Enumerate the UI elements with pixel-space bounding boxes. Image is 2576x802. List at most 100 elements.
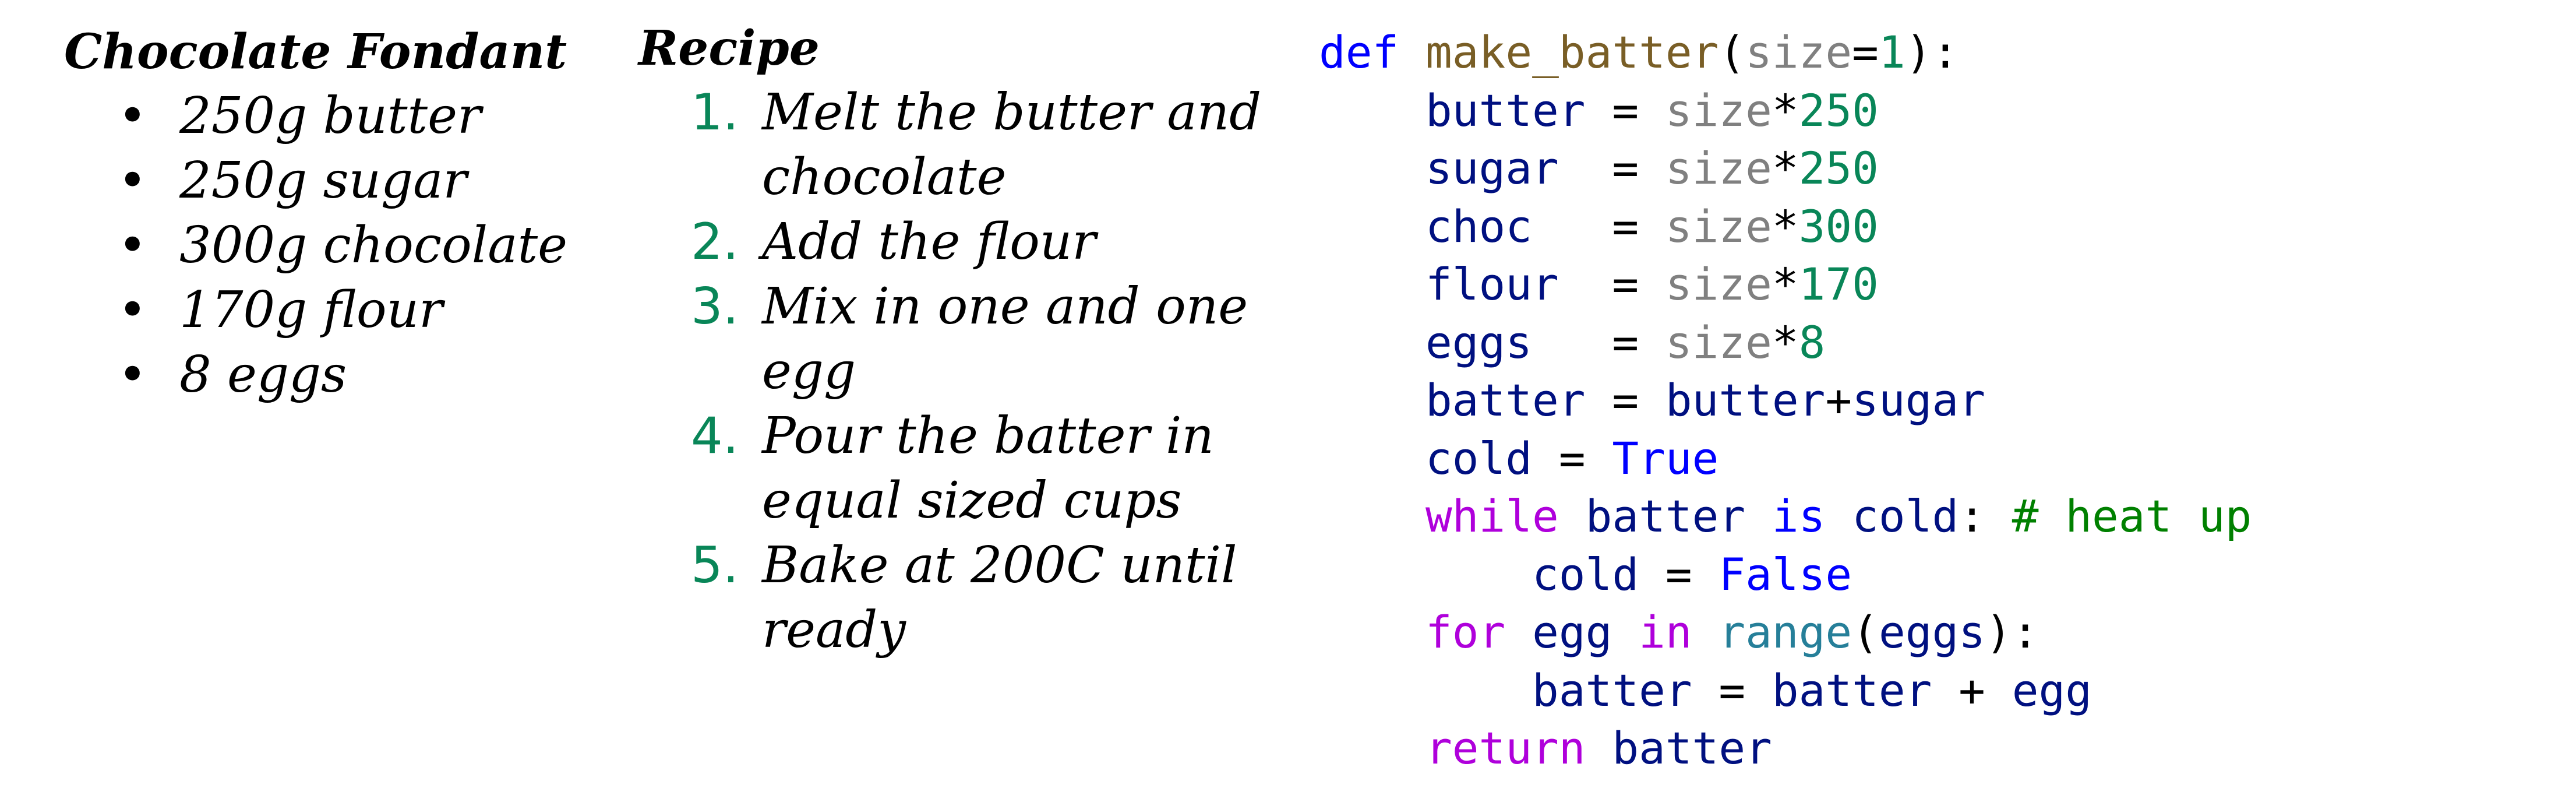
code-token: for — [1425, 606, 1506, 658]
code-token: + — [1932, 664, 2012, 716]
code-listing: def make_batter(size=1): butter = size*2… — [1319, 23, 2542, 778]
code-token: batter — [1612, 722, 1772, 774]
recipe-title: Recipe — [638, 20, 820, 76]
code-token: 1 — [1878, 26, 1905, 78]
ingredient-text: 170g flour — [179, 281, 443, 339]
code-token: ): — [1985, 606, 2039, 658]
step-number: 4. — [691, 407, 739, 465]
code-token: size — [1665, 316, 1772, 368]
code-token: def — [1319, 26, 1399, 78]
recipe-step: 1. Melt the butter and chocolate — [638, 80, 1291, 210]
code-token: batter — [1425, 374, 1586, 426]
code-token: = — [1532, 316, 1665, 368]
code-line: eggs = size*8 — [1319, 314, 2542, 372]
ingredients-list: • 250g butter • 250g sugar • 300g chocolate… — [64, 84, 588, 407]
ingredient-text: 250g butter — [179, 87, 482, 145]
code-token: * — [1772, 142, 1799, 194]
code-token: eggs — [1878, 606, 1985, 658]
code-token: 8 — [1798, 316, 1826, 368]
step-number: 5. — [691, 536, 739, 595]
step-text: Mix in one and one egg — [762, 277, 1248, 400]
code-token: ( — [1718, 26, 1746, 78]
code-token: sugar — [1852, 374, 1985, 426]
code-token: return — [1425, 722, 1586, 774]
list-item: • 250g sugar — [64, 149, 588, 213]
code-token: in — [1639, 606, 1692, 658]
code-token: size — [1665, 142, 1772, 194]
code-token: size — [1665, 200, 1772, 252]
code-token: = — [1852, 26, 1879, 78]
ingredient-text: 8 eggs — [179, 346, 347, 404]
code-line: butter = size*250 — [1319, 82, 2542, 140]
code-token: 250 — [1798, 142, 1879, 194]
step-text: Pour the batter in equal sized cups — [762, 407, 1214, 530]
code-token: egg — [1532, 606, 1612, 658]
code-token: cold — [1852, 490, 1959, 542]
code-token: eggs — [1425, 316, 1533, 368]
list-item: • 300g chocolate — [64, 213, 588, 278]
code-line: sugar = size*250 — [1319, 139, 2542, 198]
recipe-step: 5. Bake at 200C until ready — [638, 533, 1291, 663]
code-token: * — [1772, 200, 1799, 252]
recipe-step: 2. Add the flour — [638, 210, 1291, 275]
list-item: • 170g flour — [64, 278, 588, 343]
bullet-icon: • — [118, 216, 147, 275]
code-token: * — [1772, 316, 1799, 368]
bullet-icon: • — [118, 87, 147, 145]
code-token: size — [1665, 258, 1772, 310]
code-token: = — [1532, 200, 1665, 252]
step-number: 3. — [691, 277, 739, 336]
recipe-step: 3. Mix in one and one egg — [638, 275, 1291, 404]
code-token: while — [1425, 490, 1559, 542]
bullet-icon: • — [118, 346, 147, 404]
code-token: butter — [1665, 374, 1826, 426]
step-text: Melt the butter and chocolate — [762, 83, 1262, 206]
code-token: batter — [1772, 664, 1932, 716]
code-line: cold = True — [1319, 430, 2542, 488]
code-token: True — [1612, 432, 1719, 484]
code-token: range — [1718, 606, 1852, 658]
code-token: batter — [1585, 490, 1746, 542]
code-token: is — [1772, 490, 1826, 542]
code-token: : — [1959, 490, 2012, 542]
code-token: # heat up — [2012, 490, 2252, 542]
code-token: batter — [1532, 664, 1692, 716]
code-line: batter = butter+sugar — [1319, 371, 2542, 430]
recipe-steps-list: 1. Melt the butter and chocolate 2. Add th… — [638, 80, 1291, 663]
code-token: ( — [1852, 606, 1879, 658]
code-token: 300 — [1798, 200, 1879, 252]
code-token: + — [1825, 374, 1852, 426]
code-token: size — [1665, 84, 1772, 136]
code-line: for egg in range(eggs): — [1319, 603, 2542, 662]
list-item: • 250g butter — [64, 84, 588, 149]
ingredient-text: 300g chocolate — [179, 216, 568, 275]
bullet-icon: • — [118, 281, 147, 339]
code-token: * — [1772, 84, 1799, 136]
code-token: = — [1558, 142, 1665, 194]
code-block: def make_batter(size=1): butter = size*2… — [1319, 23, 2542, 778]
code-token: * — [1772, 258, 1799, 310]
code-line: flour = size*170 — [1319, 255, 2542, 314]
code-token: sugar — [1425, 142, 1559, 194]
ingredients-section: Chocolate Fondant • 250g butter • 250g sug… — [64, 20, 588, 407]
code-token: = — [1692, 664, 1772, 716]
code-token: False — [1718, 548, 1852, 600]
code-token: = — [1639, 548, 1719, 600]
code-line: def make_batter(size=1): — [1319, 23, 2542, 82]
step-number: 2. — [691, 213, 739, 271]
step-text: Add the flour — [762, 213, 1096, 271]
